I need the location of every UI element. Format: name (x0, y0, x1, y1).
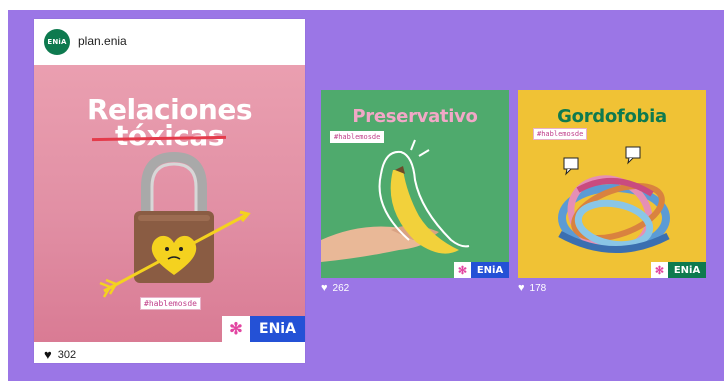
post-footer: ♥ 302 (34, 342, 305, 363)
likes-row: ♥ 302 (44, 348, 76, 361)
likes-count: 302 (57, 348, 77, 361)
brand-badge: ✻ ENiA (222, 316, 305, 342)
post-thumbnail-preservativo[interactable]: Preservativo #hablemosde ✻ ENiA (321, 90, 509, 278)
flower-icon: ✻ (454, 262, 471, 278)
brand-logo: ENiA (668, 262, 706, 278)
banana-hand-illustration (321, 139, 470, 262)
post-likes-row: ♥ 178 (518, 283, 547, 295)
likes-count: 262 (332, 283, 350, 294)
post-image[interactable]: Relaciones tóxicas #hablemosde ✻ ENiA (34, 65, 305, 342)
username[interactable]: plan.enia (78, 34, 127, 48)
avatar-logo-text: ENiA (47, 38, 67, 46)
instagram-post-card[interactable]: ENiA plan.enia Relaciones tóxicas #hable… (34, 19, 305, 363)
flower-icon: ✻ (222, 316, 250, 342)
gallery-canvas: ENiA plan.enia Relaciones tóxicas #hable… (8, 10, 724, 381)
avatar[interactable]: ENiA (44, 29, 70, 55)
post-header: ENiA plan.enia (34, 19, 305, 65)
brand-logo: ENiA (471, 262, 509, 278)
post-thumbnail-gordofobia[interactable]: Gordofobia #hablemosde ✻ ENiA (518, 90, 706, 278)
heart-icon[interactable]: ♥ (321, 283, 328, 294)
brand-logo: ENiA (250, 316, 305, 342)
heart-icon[interactable]: ♥ (518, 283, 525, 294)
heart-icon[interactable]: ♥ (44, 348, 52, 361)
brand-badge: ✻ ENiA (651, 262, 706, 278)
flower-icon: ✻ (651, 262, 668, 278)
brand-badge: ✻ ENiA (454, 262, 509, 278)
likes-count: 178 (529, 283, 547, 294)
measuring-tape-illustration (558, 146, 670, 253)
hashtag-label: #hablemosde (140, 297, 201, 310)
post-likes-row: ♥ 262 (321, 283, 350, 295)
